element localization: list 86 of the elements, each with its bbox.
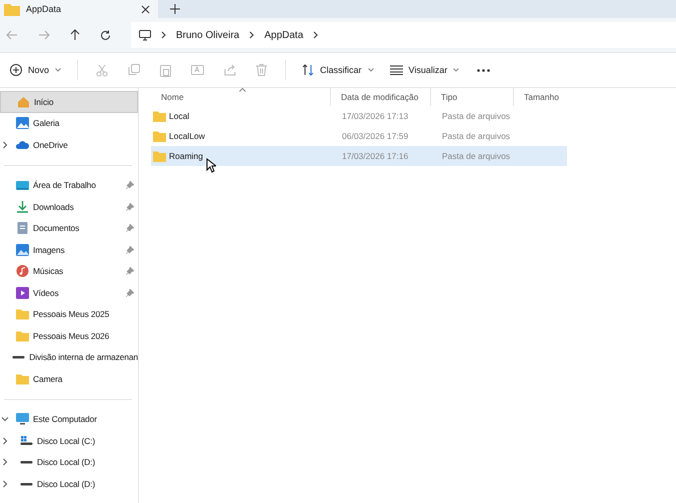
chevron-icon[interactable] (1, 415, 9, 424)
sidebar-item[interactable]: Área de Trabalho (0, 174, 138, 196)
chevron-icon (313, 31, 318, 39)
download-icon (16, 200, 29, 213)
chevron-icon (249, 31, 254, 39)
chevron-icon[interactable] (1, 480, 9, 488)
view-button[interactable]: Visualizar (384, 61, 466, 79)
file-row[interactable]: Roaming 17/03/2026 17:16 Pasta de arquivos (151, 146, 567, 166)
pin-icon (126, 267, 134, 276)
sidebar-item[interactable]: Vídeos (0, 282, 138, 304)
tab-title: AppData (26, 4, 62, 14)
sidebar-item[interactable]: Disco Local (C:) (0, 430, 138, 452)
caret-icon (55, 68, 62, 72)
sidebar-item[interactable]: Galeria (0, 112, 138, 134)
sidebar-item[interactable]: Pessoais Meus 2026 (0, 325, 138, 346)
file-name: Roaming (169, 151, 204, 161)
breadcrumb-item[interactable]: Bruno Oliveira (176, 30, 240, 40)
folder-icon (153, 110, 166, 122)
caret-icon (453, 68, 460, 72)
folder-icon (16, 372, 29, 385)
pin-icon (126, 224, 134, 232)
type-cell-text: Pasta de arquivos (441, 111, 512, 121)
pin-icon (126, 288, 134, 297)
music-icon (16, 265, 29, 278)
window-tab[interactable]: AppData (0, 0, 158, 18)
cursor-icon (206, 158, 216, 173)
home-icon (17, 96, 30, 108)
sort-caret-icon (239, 88, 246, 92)
sidebar-item[interactable]: Downloads (0, 196, 138, 218)
breadcrumb-item[interactable]: AppData (264, 30, 304, 40)
caret-icon (368, 68, 374, 72)
file-name: Local (169, 111, 190, 121)
date-cell-text: 06/03/2026 17:59 (341, 131, 410, 141)
chevron-icon[interactable] (1, 436, 9, 445)
column-header[interactable]: Nome (151, 88, 331, 106)
sidebar-item[interactable]: OneDrive (0, 134, 138, 156)
new-button[interactable]: Novo (4, 60, 68, 80)
new-tab-icon[interactable] (170, 4, 180, 14)
list-icon (390, 65, 403, 75)
address-bar[interactable]: Bruno Oliveira AppData (131, 22, 676, 48)
system-drive-icon (20, 434, 33, 447)
sidebar-item[interactable]: Camera (0, 368, 138, 390)
folder-icon (16, 308, 29, 320)
sort-button[interactable]: Classificar (296, 60, 380, 80)
image-icon (16, 244, 29, 256)
sidebar-item[interactable]: Este Computador (0, 408, 138, 430)
column-header[interactable]: Tipo (431, 88, 514, 106)
file-name: LocalLow (169, 131, 205, 141)
sidebar-item[interactable]: Imagens (0, 239, 138, 260)
folder-icon (153, 130, 166, 142)
refresh-icon[interactable] (100, 30, 111, 40)
cloud-icon (16, 138, 29, 151)
up-icon[interactable] (70, 29, 80, 41)
type-cell-text: Pasta de arquivos (441, 151, 512, 161)
folder-icon (16, 330, 29, 342)
sidebar-item[interactable]: Início (0, 91, 138, 112)
date-cell-text: 17/03/2026 17:16 (341, 151, 410, 161)
folder-icon (4, 2, 20, 16)
sort-arrows-icon (302, 64, 314, 76)
file-row[interactable]: LocalLow 06/03/2026 17:59 Pasta de arquivos (151, 126, 567, 146)
column-header[interactable]: Tamanho (514, 88, 568, 106)
date-cell-text: 17/03/2026 17:13 (341, 111, 410, 121)
desktop-icon (16, 179, 29, 192)
chevron-icon[interactable] (1, 458, 9, 466)
pin-icon (126, 246, 134, 254)
close-icon[interactable] (141, 4, 150, 14)
plus-circle-icon (10, 64, 22, 76)
sidebar-item[interactable]: Músicas (0, 260, 138, 282)
folder-icon (153, 150, 166, 162)
sidebar-item[interactable]: Documentos (0, 218, 138, 239)
monitor-icon (139, 30, 151, 40)
sidebar-item[interactable]: Disco Local (D:) (0, 473, 138, 494)
sidebar-item[interactable]: Divisão interna de armazenan (0, 346, 138, 368)
sidebar-item[interactable]: Disco Local (D:) (0, 452, 138, 473)
computer-icon (16, 413, 29, 426)
video-icon (16, 286, 29, 299)
type-cell-text: Pasta de arquivos (441, 131, 512, 141)
column-header[interactable]: Data de modificação (331, 88, 431, 106)
gallery-icon (16, 117, 29, 130)
chevron-icon[interactable] (1, 140, 9, 149)
document-icon (16, 222, 29, 234)
sidebar-item[interactable]: Pessoais Meus 2025 (0, 304, 138, 325)
chevron-icon (161, 31, 166, 39)
file-row[interactable]: Local 17/03/2026 17:13 Pasta de arquivos (151, 106, 567, 126)
pin-icon (126, 181, 134, 190)
pin-icon (126, 202, 134, 211)
